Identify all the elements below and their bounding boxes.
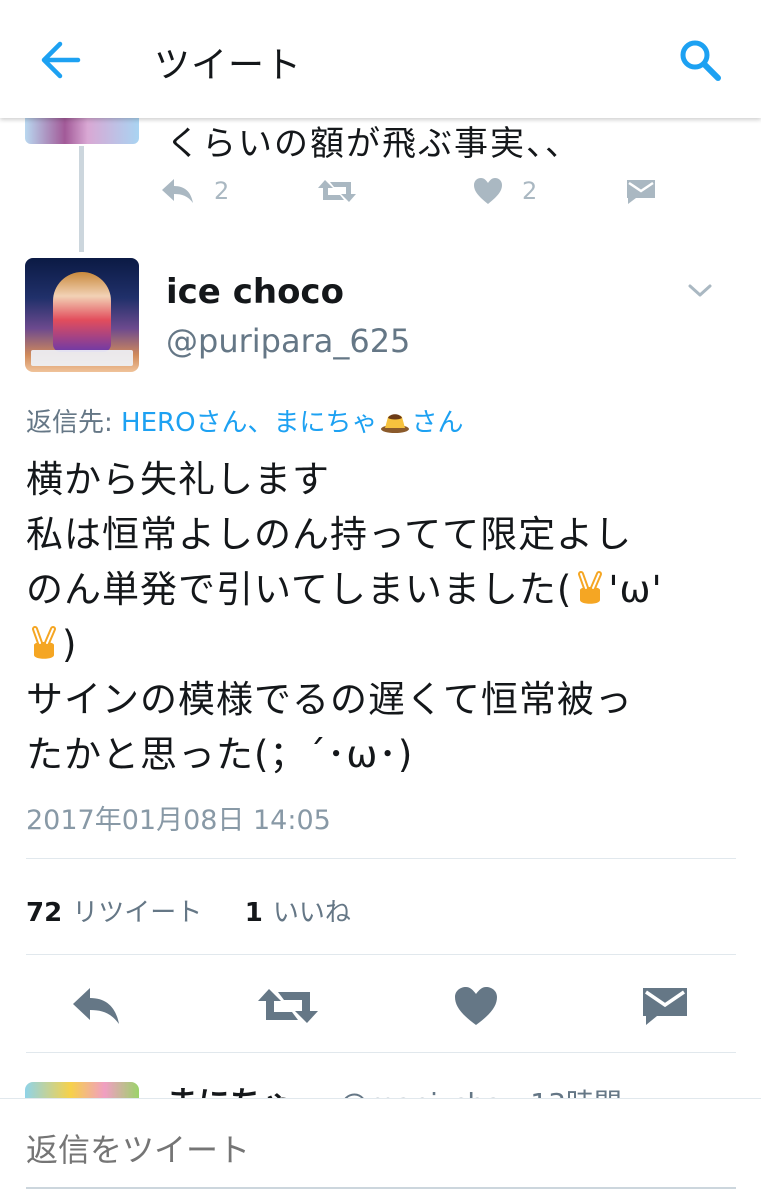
tweet-line-text: 'ω': [608, 568, 663, 611]
previous-dm-action[interactable]: [624, 176, 658, 206]
like-stat[interactable]: 1 いいね: [245, 898, 351, 928]
tweet-line: サインの模様でるの遅くて恒常被っ: [26, 678, 633, 721]
back-button[interactable]: [38, 40, 82, 80]
retweet-stat[interactable]: 72 リツイート: [26, 898, 202, 928]
arrow-left-icon: [41, 41, 81, 79]
reply-compose-bar: [0, 1098, 761, 1201]
previous-retweet-action[interactable]: [316, 176, 358, 206]
like-count: 1: [244, 898, 263, 928]
tweet-line-text: のん単発で引いてしまいました(: [26, 568, 573, 611]
author-display-name[interactable]: ice choco: [166, 272, 344, 312]
retweet-count: 72: [26, 898, 63, 928]
like-label: いいね: [272, 898, 351, 928]
author-avatar[interactable]: [25, 258, 139, 372]
retweet-icon: [258, 989, 318, 1023]
top-app-bar: ツイート: [0, 0, 761, 118]
reply-button[interactable]: [70, 984, 124, 1028]
heart-icon: [474, 178, 502, 204]
search-icon: [680, 40, 721, 81]
reply-input[interactable]: [26, 1127, 734, 1173]
thread-connector-line: [79, 146, 84, 252]
like-button[interactable]: [452, 984, 500, 1028]
divider: [26, 1052, 736, 1053]
previous-like-count: 2: [522, 177, 538, 205]
tweet-line-text: ): [62, 623, 78, 666]
tweet-text: 横から失礼します 私は恒常よしのん持ってて限定よし のん単発で引いてしまいました…: [26, 452, 738, 782]
tweet-line: のん単発で引いてしまいました( 'ω': [26, 562, 738, 617]
direct-message-icon: [627, 180, 655, 204]
heart-icon: [455, 987, 497, 1025]
divider: [26, 858, 736, 859]
reply-to-label: 返信先:: [26, 408, 113, 438]
victory-hand-emoji-icon: [32, 626, 56, 659]
avatar-caption-box: [31, 350, 133, 366]
tweet-line: たかと思った(；´･ω･): [26, 733, 414, 776]
victory-hand-emoji-icon: [578, 571, 603, 604]
tweet-line: 私は恒常よしのん持ってて限定よし: [26, 513, 633, 556]
reply-icon: [162, 179, 193, 203]
previous-like-action[interactable]: 2: [472, 176, 537, 206]
tweet-stats: 72 リツイート 1 いいね: [26, 892, 351, 929]
reply-context: 返信先: HEROさん、まにちゃ さん: [26, 402, 464, 439]
divider: [26, 954, 736, 955]
page-title: ツイート: [154, 45, 303, 86]
retweet-button[interactable]: [256, 984, 320, 1028]
avatar-character-art: [53, 272, 111, 352]
previous-reply-count: 2: [214, 177, 230, 205]
direct-message-icon: [643, 988, 687, 1025]
reply-icon: [73, 988, 119, 1024]
tweet-line: 横から失礼します: [26, 458, 330, 501]
tweet-line: ): [26, 617, 738, 672]
reply-to-users-suffix[interactable]: さん: [412, 408, 464, 438]
search-button[interactable]: [676, 36, 724, 84]
pudding-emoji-icon: [380, 414, 409, 433]
tweet-options-button[interactable]: [686, 278, 714, 302]
reply-to-users-link[interactable]: HEROさん、まにちゃ: [121, 408, 378, 438]
direct-message-button[interactable]: [640, 984, 690, 1028]
reply-input-underline: [26, 1187, 736, 1189]
previous-reply-action[interactable]: 2: [160, 176, 229, 206]
retweet-icon: [318, 180, 356, 202]
retweet-label: リツイート: [72, 898, 203, 928]
author-handle[interactable]: @puripara_625: [166, 322, 410, 360]
chevron-down-icon: [688, 284, 712, 297]
tweet-timestamp: 2017年01月08日 14:05: [26, 805, 331, 836]
previous-tweet-text: くらいの額が飛ぶ事実、、: [166, 124, 581, 164]
